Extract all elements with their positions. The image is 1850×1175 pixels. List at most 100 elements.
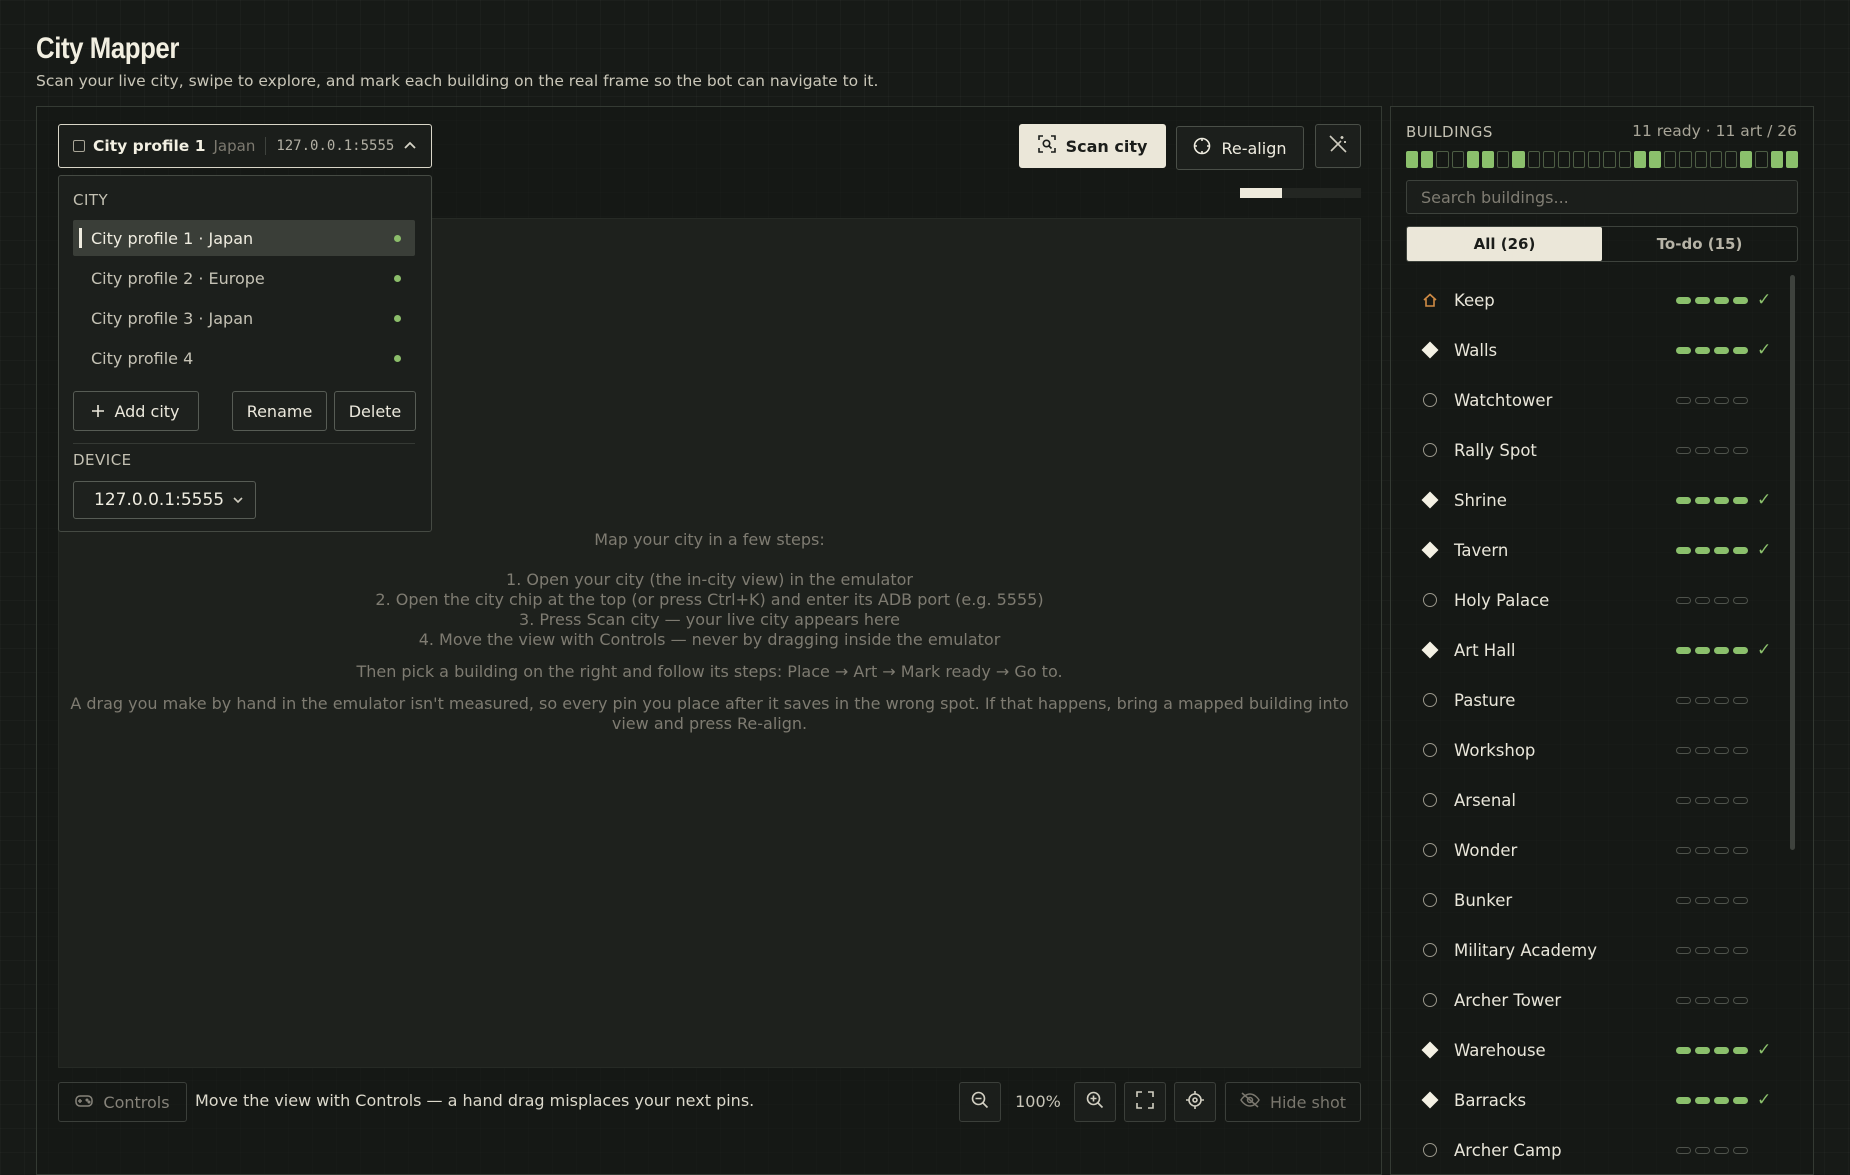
- device-section-label: DEVICE: [73, 451, 132, 469]
- step-pill: [1676, 746, 1691, 754]
- page-header: City Mapper Scan your live city, swipe t…: [36, 32, 878, 90]
- instructions-intro: Map your city in a few steps:: [594, 530, 825, 549]
- add-city-button[interactable]: Add city: [73, 391, 199, 431]
- check-icon: ✓: [1757, 340, 1772, 360]
- progress-segment: [1740, 151, 1753, 168]
- circle-icon: [1420, 740, 1440, 760]
- building-name: Art Hall: [1454, 640, 1516, 660]
- profile-name: City profile 1: [93, 137, 206, 155]
- buildings-list: Keep ✓ Walls ✓ Watchtower Rally Spot Shrine ✓ Ta…: [1406, 275, 1786, 1175]
- building-row[interactable]: Archer Camp: [1406, 1125, 1786, 1175]
- building-row[interactable]: Keep ✓: [1406, 275, 1786, 325]
- scan-city-button[interactable]: Scan city: [1019, 124, 1166, 168]
- city-section-label: CITY: [73, 191, 109, 209]
- search-buildings-input[interactable]: [1406, 180, 1798, 214]
- building-row[interactable]: Archer Tower: [1406, 975, 1786, 1025]
- realign-button[interactable]: Re-align: [1176, 126, 1304, 170]
- progress-segment: [1466, 151, 1479, 168]
- check-icon: ✓: [1757, 490, 1772, 510]
- device-select[interactable]: 127.0.0.1:5555: [73, 481, 256, 519]
- step-pill: [1676, 946, 1691, 954]
- zoom-in-button[interactable]: [1074, 1082, 1116, 1122]
- city-item[interactable]: City profile 4: [73, 340, 415, 376]
- building-row[interactable]: Pasture: [1406, 675, 1786, 725]
- magic-wand-off-icon: [1328, 134, 1348, 158]
- step-pill: [1714, 896, 1729, 904]
- diamond-icon: [1420, 640, 1440, 660]
- step-pill: [1695, 396, 1710, 404]
- building-steps: [1676, 596, 1748, 604]
- city-item-label: City profile 3 · Japan: [91, 308, 254, 328]
- step-pill: [1733, 746, 1748, 754]
- rename-button[interactable]: Rename: [232, 391, 327, 431]
- building-row[interactable]: Tavern ✓: [1406, 525, 1786, 575]
- controls-hint: Move the view with Controls — a hand dra…: [195, 1091, 755, 1110]
- step-pill: [1714, 746, 1729, 754]
- building-steps: [1676, 746, 1748, 754]
- magic-wand-button[interactable]: [1315, 124, 1361, 168]
- controls-button[interactable]: Controls: [58, 1082, 187, 1122]
- building-row[interactable]: Arsenal: [1406, 775, 1786, 825]
- step-pill: [1695, 746, 1710, 754]
- step-pill: [1676, 1146, 1691, 1154]
- building-name: Warehouse: [1454, 1040, 1546, 1060]
- instructions-step: 1. Open your city (the in-city view) in …: [506, 570, 913, 589]
- building-row[interactable]: Watchtower: [1406, 375, 1786, 425]
- building-steps: ✓: [1676, 1090, 1771, 1110]
- scrollbar[interactable]: [1790, 275, 1795, 850]
- building-row[interactable]: Barracks ✓: [1406, 1075, 1786, 1125]
- building-row[interactable]: Warehouse ✓: [1406, 1025, 1786, 1075]
- city-item-label: City profile 4: [91, 348, 194, 368]
- circle-icon: [1420, 940, 1440, 960]
- step-pill: [1733, 1146, 1748, 1154]
- building-row[interactable]: Bunker: [1406, 875, 1786, 925]
- zoom-in-icon: [1086, 1091, 1104, 1113]
- fullscreen-icon: [1136, 1091, 1154, 1113]
- building-row[interactable]: Wonder: [1406, 825, 1786, 875]
- zoom-out-button[interactable]: [959, 1082, 1001, 1122]
- city-item[interactable]: City profile 1 · Japan: [73, 220, 415, 256]
- building-row[interactable]: Military Academy: [1406, 925, 1786, 975]
- city-item-label: City profile 2 · Europe: [91, 268, 265, 288]
- profile-square-icon: [73, 140, 85, 152]
- progress-segment: [1421, 151, 1434, 168]
- status-dot-icon: [394, 314, 401, 322]
- building-row[interactable]: Rally Spot: [1406, 425, 1786, 475]
- step-pill: [1695, 796, 1710, 804]
- step-pill: [1676, 446, 1691, 454]
- city-profile-chip[interactable]: City profile 1 Japan 127.0.0.1:5555: [58, 124, 432, 168]
- tab-todo[interactable]: To-do (15): [1602, 227, 1797, 261]
- progress-segment: [1694, 151, 1707, 168]
- delete-label: Delete: [348, 401, 402, 421]
- diamond-icon: [1420, 1090, 1440, 1110]
- city-item[interactable]: City profile 3 · Japan: [73, 300, 415, 336]
- building-name: Holy Palace: [1454, 590, 1550, 610]
- step-pill: [1676, 696, 1691, 704]
- step-pill: [1695, 1046, 1710, 1054]
- profile-address: 127.0.0.1:5555: [276, 138, 395, 154]
- fit-view-button[interactable]: [1124, 1082, 1166, 1122]
- building-row[interactable]: Holy Palace: [1406, 575, 1786, 625]
- city-item[interactable]: City profile 2 · Europe: [73, 260, 415, 296]
- circle-icon: [1420, 890, 1440, 910]
- instructions-step: 2. Open the city chip at the top (or pre…: [375, 590, 1044, 609]
- step-pill: [1676, 596, 1691, 604]
- check-icon: ✓: [1757, 540, 1772, 560]
- building-steps: [1676, 996, 1748, 1004]
- building-row[interactable]: Workshop: [1406, 725, 1786, 775]
- hide-shot-button[interactable]: Hide shot: [1225, 1082, 1361, 1122]
- tab-all[interactable]: All (26): [1407, 227, 1602, 261]
- building-row[interactable]: Art Hall ✓: [1406, 625, 1786, 675]
- delete-button[interactable]: Delete: [334, 391, 416, 431]
- step-pill: [1714, 796, 1729, 804]
- step-pill: [1733, 1046, 1748, 1054]
- progress-segment: [1481, 151, 1495, 168]
- divider: [73, 443, 415, 444]
- building-row[interactable]: Shrine ✓: [1406, 475, 1786, 525]
- check-icon: ✓: [1757, 290, 1772, 310]
- locate-button[interactable]: [1174, 1082, 1216, 1122]
- building-steps: ✓: [1676, 540, 1771, 560]
- building-row[interactable]: Walls ✓: [1406, 325, 1786, 375]
- buildings-stats: 11 ready · 11 art / 26: [1632, 122, 1797, 140]
- step-pill: [1733, 696, 1748, 704]
